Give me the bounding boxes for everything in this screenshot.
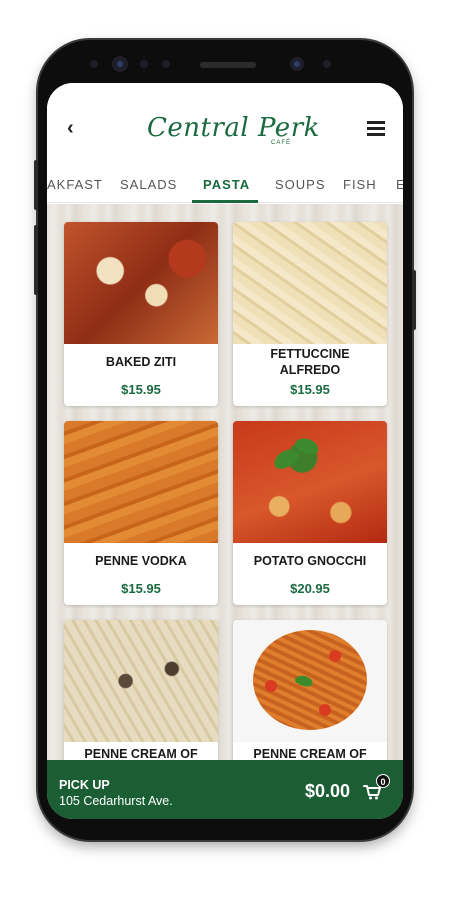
order-summary-bar[interactable]: PICK UP 105 Cedarhurst Ave. $0.00 0 [47,760,403,819]
menu-card-penne-vodka[interactable]: PENNE VODKA $15.95 [64,421,218,605]
item-price: $15.95 [121,382,161,397]
pickup-title: PICK UP [59,778,110,792]
basil-leaf [294,673,314,689]
phone-front-camera [290,57,304,71]
back-arrow-icon[interactable]: ‹ [67,117,74,140]
tomato-piece [265,680,277,692]
menu-card-fettuccine-alfredo[interactable]: FETTUCCINE ALFREDO $15.95 [233,222,387,406]
app-header: ‹ Central Perk CAFÉ [47,83,403,169]
potato-gnocchi-image [233,421,387,543]
baked-ziti-image [64,222,218,344]
cart-total: $0.00 [305,781,351,801]
phone-sensor [162,60,170,68]
item-name: POTATO GNOCCHI [253,554,367,568]
item-name: PENNE VODKA [95,554,187,568]
phone-side-button [412,270,416,330]
brand-logo: Central Perk CAFÉ [147,109,319,149]
item-name: FETTUCCINE ALFREDO [270,347,350,377]
pickup-address: 105 Cedarhurst Ave. [59,794,173,808]
hamburger-menu-icon[interactable] [367,121,385,136]
item-price: $20.95 [290,581,330,596]
active-tab-indicator [192,200,258,203]
item-price: $15.95 [290,382,330,397]
tab-breakfast[interactable]: AKFAST [47,177,103,192]
cart-count-badge: 0 [376,774,390,788]
tomato-piece [329,650,341,662]
phone-sensor [323,60,331,68]
phone-side-button [34,160,38,210]
tomato-piece [319,704,331,716]
tab-fish[interactable]: FISH [343,177,377,192]
basil-leaf [270,445,302,473]
tab-next[interactable]: E [396,177,403,192]
phone-sensor [140,60,148,68]
tab-salads[interactable]: SALADS [120,177,177,192]
penne-cream-image [64,620,218,742]
phone-speaker [200,62,256,68]
logo-text: Central Perk [147,113,320,143]
menu-grid: BAKED ZITI $15.95 FETTUCCINE ALFREDO $15… [47,204,403,804]
app-screen: ‹ Central Perk CAFÉ AKFAST SALADS PASTA … [47,83,403,819]
tab-pasta[interactable]: PASTA [203,177,250,192]
menu-card-baked-ziti[interactable]: BAKED ZITI $15.95 [64,222,218,406]
penne-cream-image [233,620,387,742]
phone-camera [112,56,128,72]
phone-side-button [34,225,38,295]
phone-sensor [90,60,98,68]
fettuccine-alfredo-image [233,222,387,344]
category-tabs: AKFAST SALADS PASTA SOUPS FISH E [47,169,403,203]
tab-soups[interactable]: SOUPS [275,177,326,192]
penne-vodka-image [64,421,218,543]
menu-card-potato-gnocchi[interactable]: POTATO GNOCCHI $20.95 [233,421,387,605]
logo-subtitle: CAFÉ [271,140,292,146]
item-price: $15.95 [121,581,161,596]
item-name: BAKED ZITI [105,355,177,369]
